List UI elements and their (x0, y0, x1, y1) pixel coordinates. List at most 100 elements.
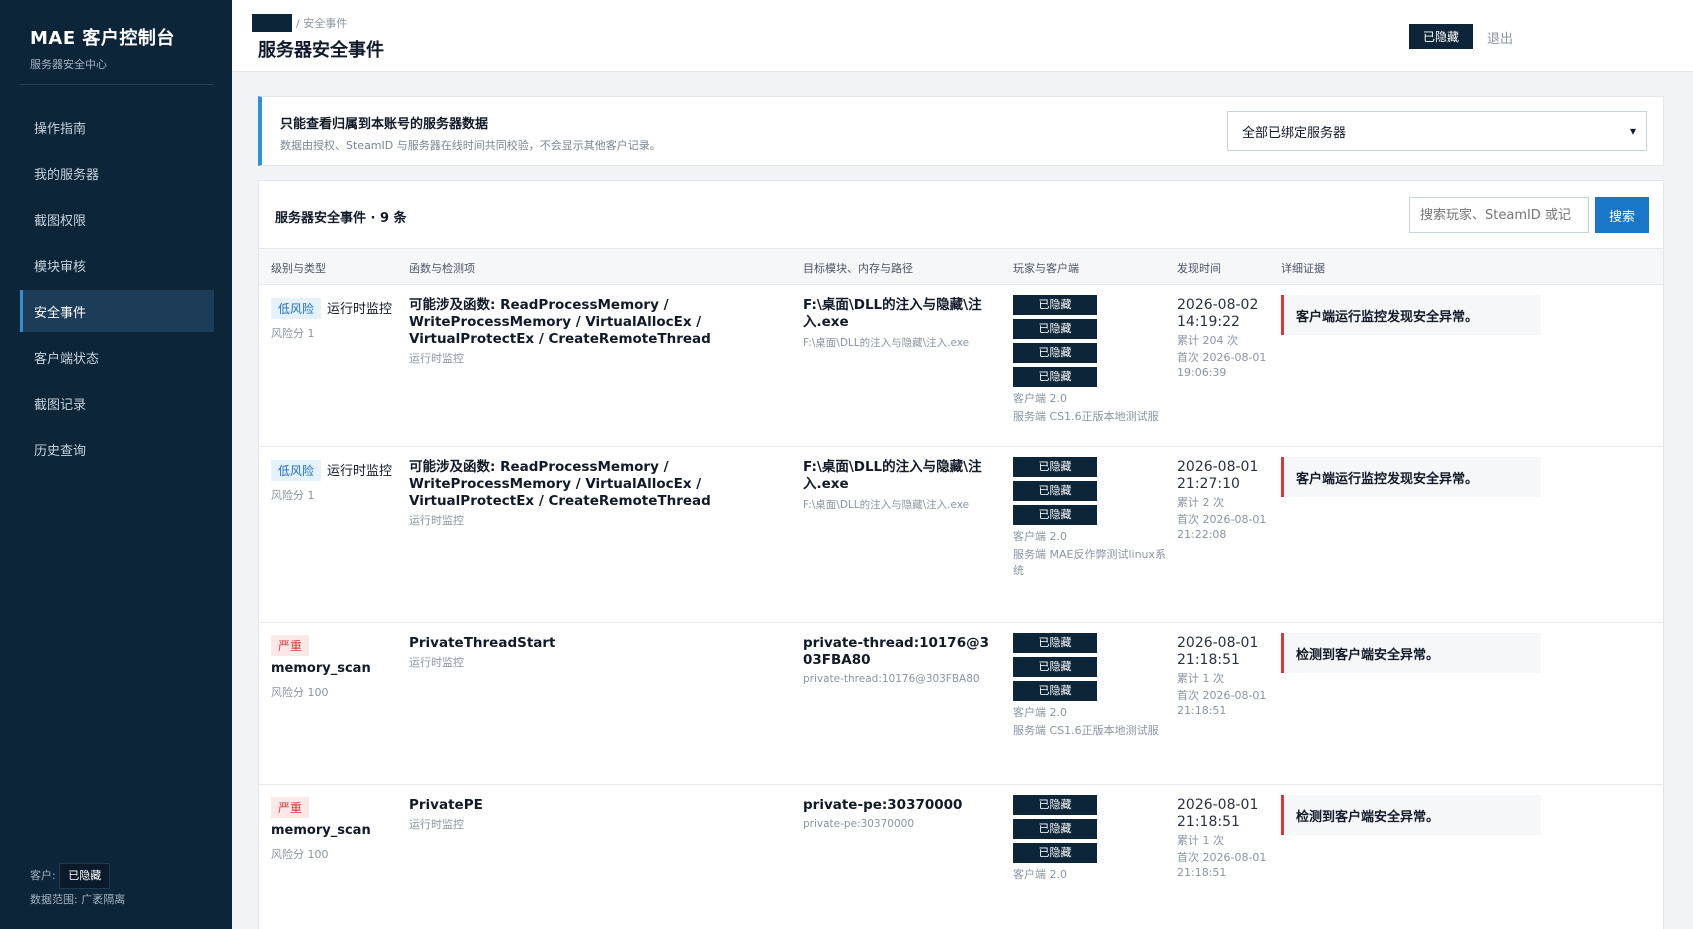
occurrence-count: 累计 204 次 (1177, 334, 1238, 347)
function-sub: 运行时监控 (409, 818, 464, 831)
occurrence-count: 累计 1 次 (1177, 672, 1224, 685)
col-evidence: 详细证据 (1281, 262, 1325, 275)
event-type: 运行时监控 (327, 464, 393, 479)
player-masked: 已隐藏 (1013, 481, 1097, 501)
evidence-cell: 检测到客户端安全异常。 (1281, 633, 1541, 673)
col-player-client: 玩家与客户端 (1013, 262, 1079, 275)
time-cell: 2026-08-01 21:18:51 累计 1 次 首次 2026-08-01… (1177, 797, 1273, 880)
sidebar-item-my-servers[interactable]: 我的服务器 (20, 152, 214, 194)
breadcrumb: / 安全事件 (252, 14, 347, 32)
player-cell: 已隐藏 已隐藏 已隐藏 客户端 2.0 服务端 MAE反作弊测试linux系统 (1013, 457, 1173, 579)
first-seen: 首次 2026-08-01 19:06:39 (1177, 351, 1267, 379)
server-name: 服务端 CS1.6正版本地测试服 (1013, 410, 1159, 423)
table-row[interactable]: 严重 memory_scan 风险分 100 PrivateThreadStar… (259, 623, 1663, 785)
sidebar-item-security-events[interactable]: 安全事件 (20, 290, 214, 332)
target-cell: F:\桌面\DLL的注入与隐藏\注入.exe F:\桌面\DLL的注入与隐藏\注… (803, 297, 993, 350)
risk-badge: 严重 (271, 797, 310, 818)
sidebar-footer: 客户: 已隐藏 数据范围: 广袤隔离 (30, 863, 125, 911)
player-masked: 已隐藏 (1013, 295, 1097, 315)
function-text: 可能涉及函数: ReadProcessMemory / WriteProcess… (409, 459, 711, 509)
player-masked: 已隐藏 (1013, 633, 1097, 653)
risk-score: 风险分 100 (271, 848, 329, 861)
sidebar-item-module-review[interactable]: 模块审核 (20, 244, 214, 286)
target-path-sub: private-pe:30370000 (803, 818, 915, 830)
logout-link[interactable]: 退出 (1487, 28, 1513, 47)
target-path-sub: F:\桌面\DLL的注入与隐藏\注入.exe (803, 499, 970, 511)
sidebar-item-screenshot-permissions[interactable]: 截图权限 (20, 198, 214, 240)
player-cell: 已隐藏 已隐藏 已隐藏 客户端 2.0 (1013, 795, 1173, 883)
server-name: 服务端 MAE反作弊测试linux系统 (1013, 548, 1167, 577)
risk-badge: 低风险 (271, 298, 322, 319)
player-masked: 已隐藏 (1013, 505, 1097, 525)
server-select[interactable]: 全部已绑定服务器 ▾ (1227, 111, 1647, 151)
time-cell: 2026-08-01 21:27:10 累计 2 次 首次 2026-08-01… (1177, 459, 1273, 542)
client-value: 已隐藏 (59, 863, 111, 889)
server-select-value: 全部已绑定服务器 (1242, 125, 1347, 141)
risk-score: 风险分 100 (271, 686, 329, 699)
brand-subtitle: 服务器安全中心 (30, 58, 107, 71)
notice-description: 数据由授权、SteamID 与服务器在线时间共同校验，不会显示其他客户记录。 (280, 139, 661, 152)
occurrence-count: 累计 1 次 (1177, 834, 1224, 847)
client-version: 客户端 2.0 (1013, 706, 1067, 719)
player-masked: 已隐藏 (1013, 343, 1097, 363)
player-cell: 已隐藏 已隐藏 已隐藏 已隐藏 客户端 2.0 服务端 CS1.6正版本地测试服 (1013, 295, 1173, 425)
evidence-cell: 检测到客户端安全异常。 (1281, 795, 1541, 835)
brand-title: MAE 客户控制台 (30, 28, 175, 49)
function-cell: PrivatePE 运行时监控 (409, 797, 787, 832)
user-badge: 已隐藏 (1408, 24, 1473, 49)
breadcrumb-current: / 安全事件 (296, 17, 348, 30)
player-masked: 已隐藏 (1013, 843, 1097, 863)
level-cell: 严重 memory_scan 风险分 100 (271, 635, 395, 700)
col-target: 目标模块、内存与路径 (803, 262, 913, 275)
found-time: 2026-08-01 21:18:51 (1177, 797, 1259, 830)
player-masked: 已隐藏 (1013, 681, 1097, 701)
function-sub: 运行时监控 (409, 656, 464, 669)
function-text: PrivatePE (409, 797, 483, 813)
function-text: PrivateThreadStart (409, 635, 556, 651)
player-masked: 已隐藏 (1013, 819, 1097, 839)
table-row[interactable]: 严重 memory_scan 风险分 100 PrivatePE 运行时监控 p… (259, 785, 1663, 929)
target-path-sub: F:\桌面\DLL的注入与隐藏\注入.exe (803, 337, 970, 349)
events-header: 服务器安全事件 · 9 条 搜索 (259, 181, 1663, 249)
sidebar-item-client-status[interactable]: 客户端状态 (20, 336, 214, 378)
first-seen: 首次 2026-08-01 21:22:08 (1177, 513, 1267, 541)
col-level-type: 级别与类型 (271, 262, 326, 275)
risk-badge: 严重 (271, 635, 310, 656)
search-input[interactable] (1409, 197, 1589, 233)
sidebar-item-guide[interactable]: 操作指南 (20, 106, 214, 148)
search-button[interactable]: 搜索 (1595, 197, 1649, 233)
brand: MAE 客户控制台 服务器安全中心 (0, 0, 232, 72)
sidebar: MAE 客户控制台 服务器安全中心 操作指南 我的服务器 截图权限 模块审核 安… (0, 0, 232, 929)
evidence-text: 检测到客户端安全异常。 (1281, 633, 1541, 673)
occurrence-count: 累计 2 次 (1177, 496, 1224, 509)
player-masked: 已隐藏 (1013, 795, 1097, 815)
sidebar-item-history-query[interactable]: 历史查询 (20, 428, 214, 470)
events-panel: 服务器安全事件 · 9 条 搜索 级别与类型 函数与检测项 目标模块、内存与路径… (258, 180, 1664, 929)
evidence-cell: 客户端运行监控发现安全异常。 (1281, 457, 1541, 497)
target-cell: F:\桌面\DLL的注入与隐藏\注入.exe F:\桌面\DLL的注入与隐藏\注… (803, 459, 993, 512)
evidence-text: 检测到客户端安全异常。 (1281, 795, 1541, 835)
client-version: 客户端 2.0 (1013, 868, 1067, 881)
breadcrumb-root-masked[interactable] (252, 14, 292, 32)
page-title: 服务器安全事件 (258, 40, 384, 61)
player-cell: 已隐藏 已隐藏 已隐藏 客户端 2.0 服务端 CS1.6正版本地测试服 (1013, 633, 1173, 739)
client-version: 客户端 2.0 (1013, 530, 1067, 543)
table-row[interactable]: 低风险 运行时监控 风险分 1 可能涉及函数: ReadProcessMemory… (259, 447, 1663, 623)
found-time: 2026-08-01 21:27:10 (1177, 459, 1259, 492)
table-header: 级别与类型 函数与检测项 目标模块、内存与路径 玩家与客户端 发现时间 详细证据 (259, 249, 1663, 285)
function-sub: 运行时监控 (409, 352, 464, 365)
events-title: 服务器安全事件 · 9 条 (275, 211, 407, 226)
table-row[interactable]: 低风险运行时监控 风险分 1 可能涉及函数: ReadProcessMemory… (259, 285, 1663, 447)
function-text: 可能涉及函数: ReadProcessMemory / WriteProcess… (409, 297, 711, 347)
sidebar-nav: 操作指南 我的服务器 截图权限 模块审核 安全事件 客户端状态 截图记录 历史查… (0, 102, 232, 474)
risk-badge: 低风险 (271, 460, 322, 481)
evidence-text: 客户端运行监控发现安全异常。 (1281, 295, 1541, 335)
risk-score: 风险分 1 (271, 327, 315, 340)
notice-title: 只能查看归属到本账号的服务器数据 (280, 117, 489, 132)
target-path: private-pe:30370000 (803, 797, 963, 813)
level-cell: 低风险 运行时监控 风险分 1 (271, 459, 395, 503)
sidebar-item-screenshot-records[interactable]: 截图记录 (20, 382, 214, 424)
event-type: memory_scan (271, 661, 371, 676)
time-cell: 2026-08-02 14:19:22 累计 204 次 首次 2026-08-… (1177, 297, 1273, 380)
target-cell: private-thread:10176@303FBA80 private-th… (803, 635, 993, 685)
